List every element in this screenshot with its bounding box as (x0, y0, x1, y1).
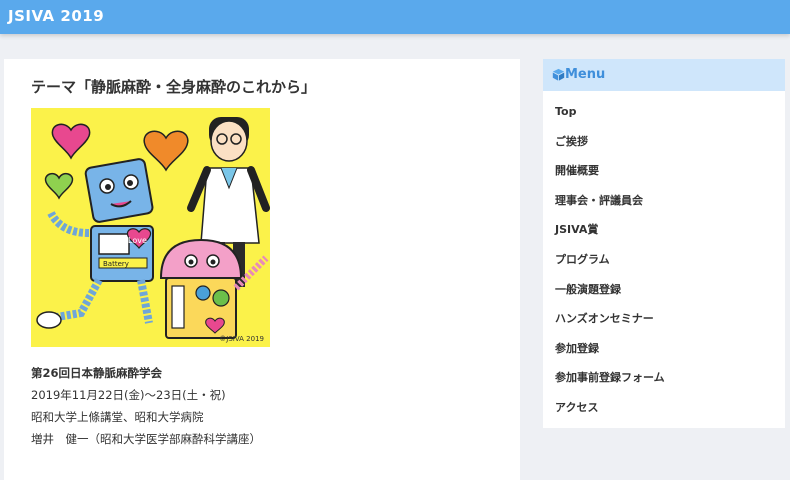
copyright-text: ©JSIVA 2019 (219, 335, 264, 343)
menu-item-board[interactable]: 理事会・評議員会 (543, 186, 785, 216)
menu-item-handson[interactable]: ハンズオンセミナー (543, 304, 785, 334)
menu-title: Menu (565, 67, 606, 82)
conference-venue: 昭和大学上條講堂、昭和大学病院 (31, 410, 204, 424)
illustration: Love Battery ©JSIVA 2019 (31, 108, 270, 347)
top-bar: JSIVA 2019 (0, 0, 790, 34)
illustration-art: Love Battery (36, 117, 270, 339)
menu-item-top[interactable]: Top (543, 97, 785, 127)
menu-item-greeting[interactable]: ご挨拶 (543, 127, 785, 157)
badge-text: Love (128, 236, 147, 245)
battery-text: Battery (103, 260, 129, 268)
menu-item-abstract[interactable]: 一般演題登録 (543, 275, 785, 305)
menu-item-overview[interactable]: 開催概要 (543, 156, 785, 186)
main-content: テーマ「静脈麻酔・全身麻酔のこれから」 Love Battery ©JSIVA … (4, 59, 520, 480)
conference-info: 第26回日本静脈麻酔学会 2019年11月22日(金)〜23日(土・祝) 昭和大… (31, 362, 261, 450)
conference-name: 第26回日本静脈麻酔学会 (31, 366, 163, 380)
sidebar-menu: Menu Top ご挨拶 開催概要 理事会・評議員会 JSIVA賞 プログラム … (543, 59, 785, 428)
heart-icon (143, 130, 189, 172)
menu-item-registration[interactable]: 参加登録 (543, 334, 785, 364)
menu-item-access[interactable]: アクセス (543, 393, 785, 423)
pink-robot (159, 238, 269, 339)
menu-item-preregistration[interactable]: 参加事前登録フォーム (543, 363, 785, 393)
menu-item-program[interactable]: プログラム (543, 245, 785, 275)
menu-list: Top ご挨拶 開催概要 理事会・評議員会 JSIVA賞 プログラム 一般演題登… (543, 97, 785, 423)
site-title[interactable]: JSIVA 2019 (8, 7, 104, 25)
menu-header: Menu (543, 59, 785, 91)
page-title: テーマ「静脈麻酔・全身麻酔のこれから」 (31, 78, 317, 96)
heart-icon (51, 123, 91, 160)
conference-dates: 2019年11月22日(金)〜23日(土・祝) (31, 388, 226, 402)
menu-item-award[interactable]: JSIVA賞 (543, 215, 785, 245)
heart-icon (44, 172, 74, 200)
conference-chair: 増井 健一（昭和大学医学部麻酔科学講座） (31, 432, 261, 446)
cube-icon (552, 68, 565, 81)
